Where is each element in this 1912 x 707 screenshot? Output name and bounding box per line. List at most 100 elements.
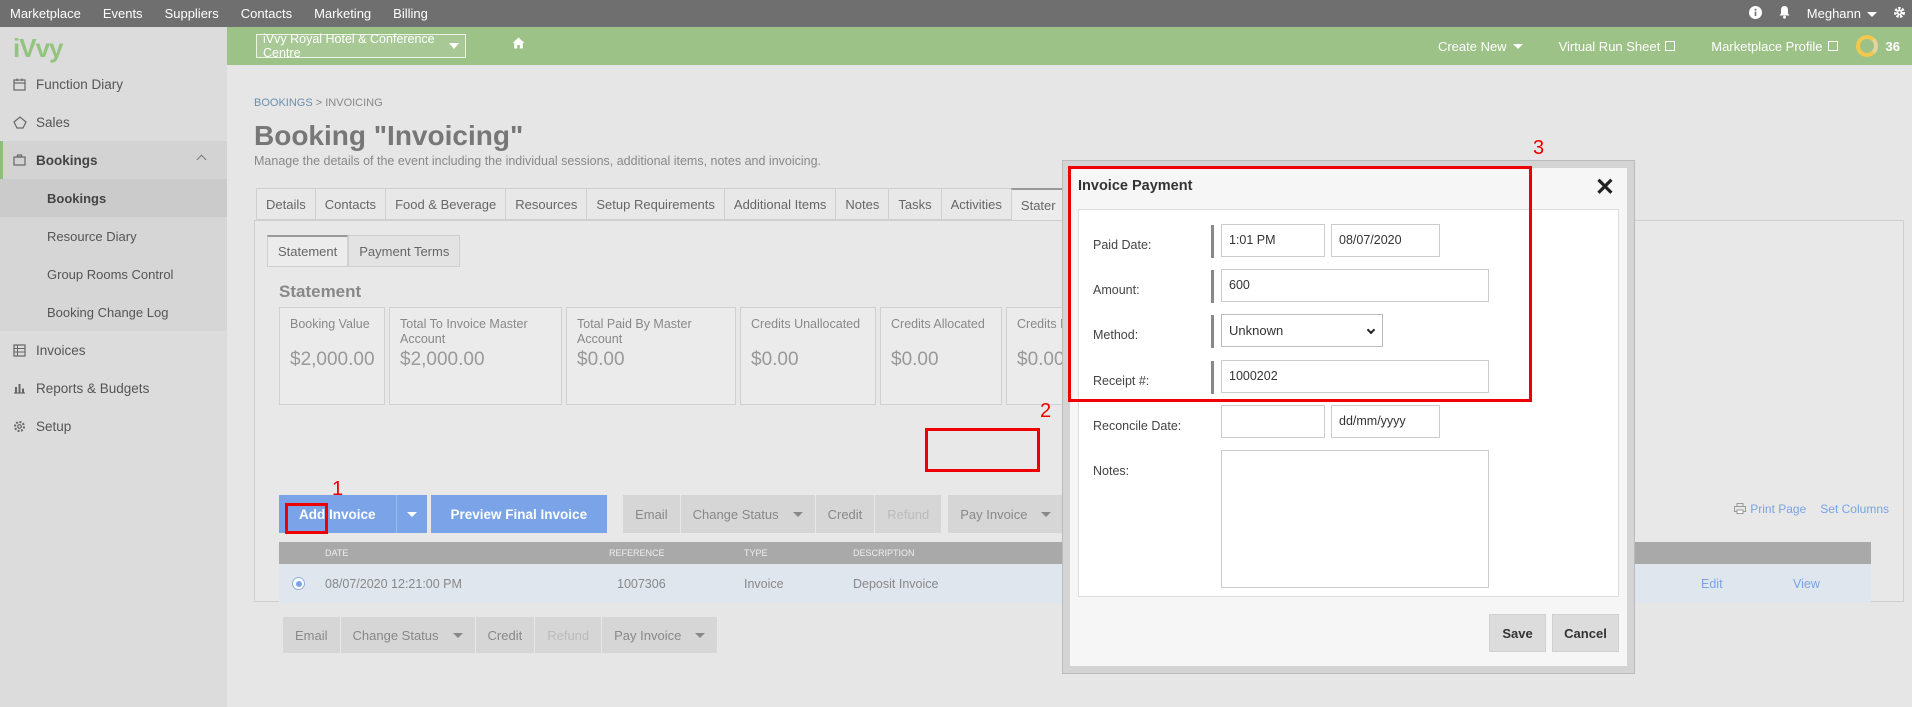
bell-icon[interactable] <box>1778 5 1791 22</box>
pay-invoice-button[interactable]: Pay Invoice <box>948 495 1065 533</box>
cancel-button[interactable]: Cancel <box>1552 614 1619 652</box>
sidebar-item-label: Bookings <box>36 152 98 168</box>
menu-marketplace[interactable]: Marketplace <box>0 6 92 21</box>
menu-billing[interactable]: Billing <box>382 6 439 21</box>
annotation-number-3: 3 <box>1533 137 1545 159</box>
breadcrumb: BOOKINGS > INVOICING <box>254 97 383 109</box>
menu-contacts[interactable]: Contacts <box>230 6 303 21</box>
ivvy-logo[interactable]: iVvy <box>0 27 227 65</box>
column-reference[interactable]: REFERENCE <box>609 548 665 558</box>
sidebar-item-label: Reports & Budgets <box>36 380 150 396</box>
subtab-payment-terms[interactable]: Payment Terms <box>348 235 461 267</box>
close-icon[interactable]: ✕ <box>1595 176 1615 200</box>
statement-title: Statement <box>279 282 362 301</box>
row-type: Invoice <box>744 577 784 591</box>
tab-food-beverage[interactable]: Food & Beverage <box>385 188 506 220</box>
tab-notes[interactable]: Notes <box>835 188 889 220</box>
user-menu[interactable]: Meghann <box>1807 6 1877 21</box>
row-edit-link[interactable]: Edit <box>1701 577 1723 591</box>
pay-invoice-label: Pay Invoice <box>960 506 1028 522</box>
sidebar-subitem-bookings[interactable]: Bookings <box>0 179 227 217</box>
pay-invoice-button[interactable]: Pay Invoice <box>602 617 719 653</box>
score-widget[interactable]: 36 <box>1855 35 1900 57</box>
invoice-actions: Add Invoice Preview Final Invoice Email … <box>279 495 1065 533</box>
preview-final-invoice-button[interactable]: Preview Final Invoice <box>430 495 608 533</box>
column-date[interactable]: DATE <box>325 548 348 558</box>
sidebar-item-function-diary[interactable]: Function Diary <box>0 65 227 103</box>
print-page-link[interactable]: Print Page <box>1734 502 1806 516</box>
sidebar-item-label: Function Diary <box>36 76 124 92</box>
sidebar-subitem-booking-change-log[interactable]: Booking Change Log <box>0 293 227 331</box>
credit-button[interactable]: Credit <box>475 617 536 653</box>
breadcrumb-bookings-link[interactable]: BOOKINGS <box>254 97 313 109</box>
top-nav: Marketplace Events Suppliers Contacts Ma… <box>0 0 1912 27</box>
pay-invoice-label: Pay Invoice <box>614 627 682 643</box>
refund-button[interactable]: Refund <box>535 617 603 653</box>
sidebar-item-label: Sales <box>36 114 70 130</box>
progress-ring-icon <box>1855 35 1878 57</box>
breadcrumb-separator: > <box>315 97 326 109</box>
column-type[interactable]: TYPE <box>744 548 768 558</box>
sidebar-item-reports-budgets[interactable]: Reports & Budgets <box>0 369 227 407</box>
row-view-link[interactable]: View <box>1793 577 1820 591</box>
email-button[interactable]: Email <box>623 495 681 533</box>
tab-details[interactable]: Details <box>256 188 315 220</box>
sidebar-item-sales[interactable]: Sales <box>0 103 227 141</box>
print-page-label: Print Page <box>1750 502 1807 516</box>
create-new-button[interactable]: Create New <box>1420 39 1523 54</box>
tab-setup-requirements[interactable]: Setup Requirements <box>586 188 724 220</box>
sidebar-subitem-group-rooms-control[interactable]: Group Rooms Control <box>0 255 227 293</box>
chevron-down-icon <box>792 511 803 517</box>
tab-additional-items[interactable]: Additional Items <box>723 188 836 220</box>
email-button[interactable]: Email <box>283 617 341 653</box>
sidebar-item-setup[interactable]: Setup <box>0 407 227 445</box>
change-status-button[interactable]: Change Status <box>680 495 816 533</box>
row-select-radio[interactable] <box>292 577 305 590</box>
change-status-button[interactable]: Change Status <box>340 617 476 653</box>
tab-resources[interactable]: Resources <box>505 188 587 220</box>
column-description[interactable]: DESCRIPTION <box>853 548 915 558</box>
venue-bar: iVvy Royal Hotel & Conference Centre Cre… <box>227 27 1912 65</box>
info-icon[interactable] <box>1748 5 1762 22</box>
save-button[interactable]: Save <box>1489 614 1546 652</box>
chevron-down-icon <box>1041 511 1052 517</box>
breadcrumb-current: INVOICING <box>325 97 383 109</box>
reconcile-time-input[interactable] <box>1221 405 1325 438</box>
chevron-down-icon <box>452 632 463 638</box>
refund-button[interactable]: Refund <box>875 495 943 533</box>
tab-activities[interactable]: Activities <box>940 188 1011 220</box>
card-label: Credits Allocated <box>891 317 985 331</box>
tab-statement[interactable]: Stater <box>1010 188 1065 220</box>
card-value: $0.00 <box>1017 349 1065 370</box>
card-label: Booking Value <box>290 317 370 331</box>
virtual-run-sheet-link[interactable]: Virtual Run Sheet <box>1541 39 1676 54</box>
external-link-icon <box>1665 41 1676 51</box>
sidebar-item-bookings[interactable]: Bookings <box>0 141 227 179</box>
table-tools: Print Page Set Columns <box>1734 502 1889 516</box>
tab-tasks[interactable]: Tasks <box>888 188 941 220</box>
sidebar: iVvy Function Diary Sales Bookings Booki… <box>0 27 227 707</box>
annotation-box-pay-invoice <box>925 428 1040 472</box>
menu-events[interactable]: Events <box>92 6 154 21</box>
reconcile-date-input[interactable]: dd/mm/yyyy <box>1331 405 1440 438</box>
page-title: Booking "Invoicing" <box>254 120 524 151</box>
sidebar-item-invoices[interactable]: Invoices <box>0 331 227 369</box>
set-columns-link[interactable]: Set Columns <box>1820 502 1889 516</box>
summary-card-credits-allocated: Credits Allocated $0.00 <box>880 307 1002 405</box>
menu-suppliers[interactable]: Suppliers <box>154 6 230 21</box>
briefcase-icon <box>12 153 27 168</box>
notes-textarea[interactable] <box>1221 450 1489 588</box>
credit-button[interactable]: Credit <box>815 495 876 533</box>
tab-contacts[interactable]: Contacts <box>314 188 386 220</box>
gear-icon[interactable] <box>1893 6 1906 22</box>
sidebar-subitem-resource-diary[interactable]: Resource Diary <box>0 217 227 255</box>
marketplace-profile-link[interactable]: Marketplace Profile <box>1693 39 1838 54</box>
summary-card-booking-value: Booking Value $2,000.00 <box>279 307 385 405</box>
chevron-down-icon[interactable] <box>406 511 417 517</box>
user-name: Meghann <box>1806 6 1861 21</box>
subtab-statement[interactable]: Statement <box>267 235 349 267</box>
home-icon[interactable] <box>512 37 526 51</box>
menu-marketing[interactable]: Marketing <box>303 6 382 21</box>
venue-select[interactable]: iVvy Royal Hotel & Conference Centre <box>256 32 466 60</box>
top-menu: Marketplace Events Suppliers Contacts Ma… <box>0 6 439 21</box>
